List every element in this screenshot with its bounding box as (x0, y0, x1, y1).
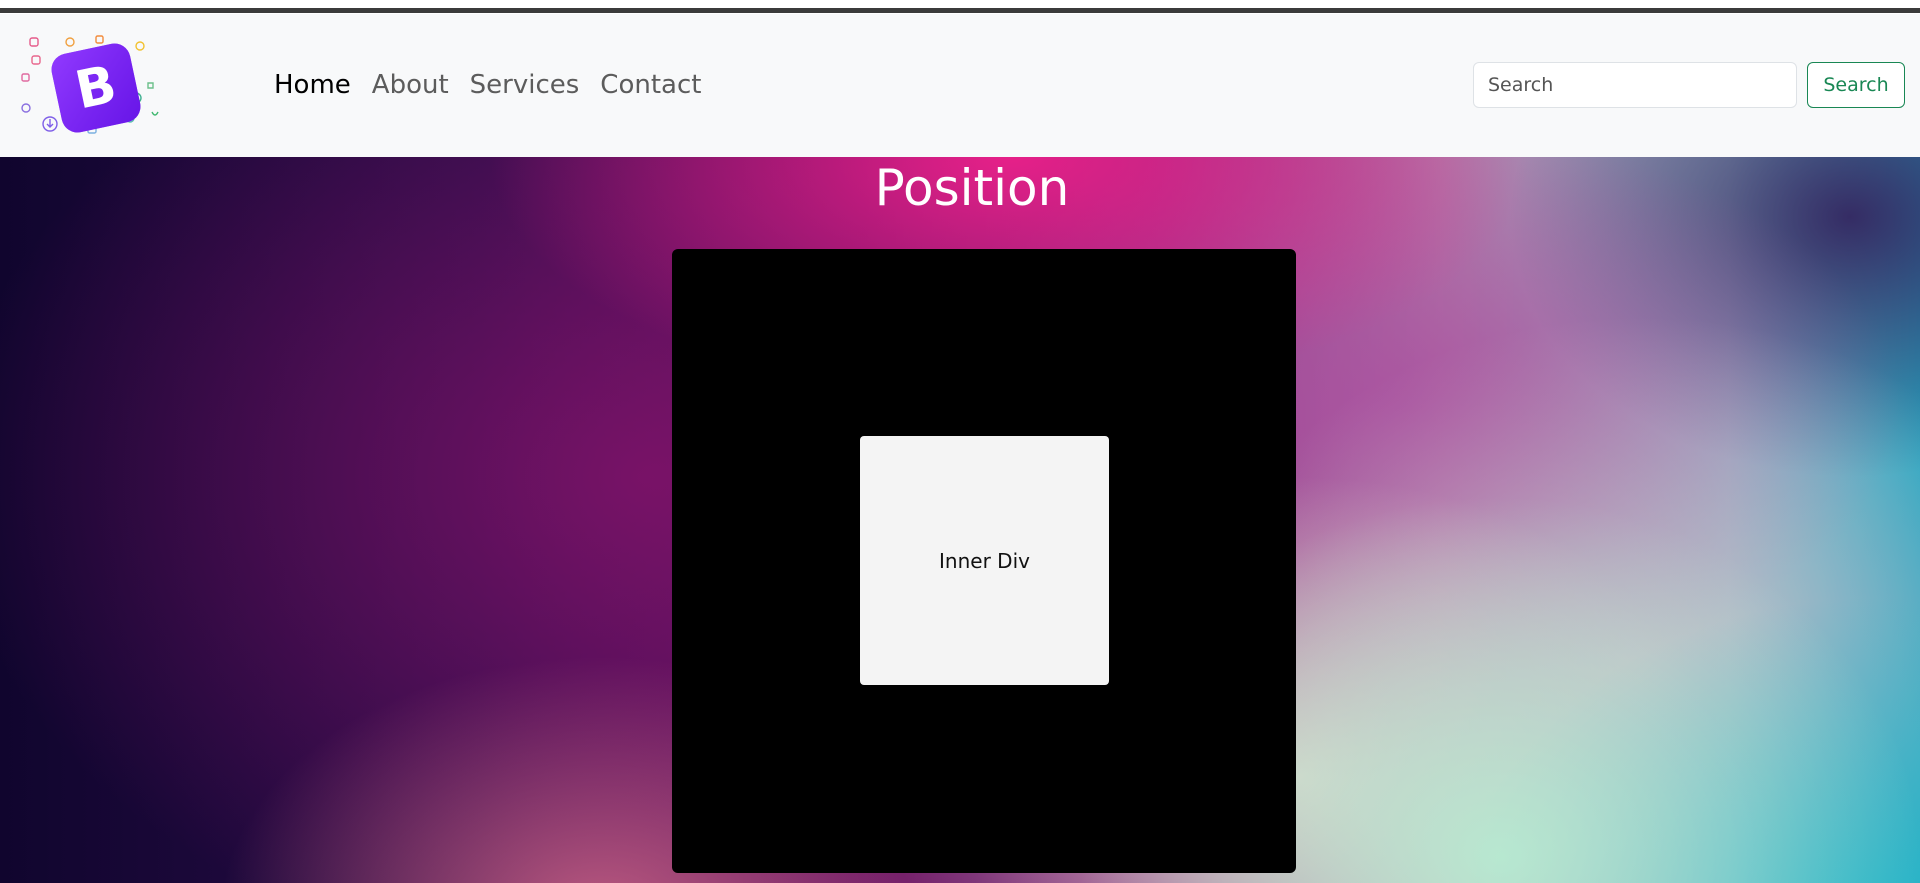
nav-link-contact[interactable]: Contact (600, 70, 701, 100)
search-input[interactable] (1473, 62, 1797, 108)
nav-link-home[interactable]: Home (274, 70, 351, 100)
hero-section: Position Inner Div (0, 157, 1920, 883)
nav-link-services[interactable]: Services (470, 70, 580, 100)
inner-div: Inner Div (860, 436, 1109, 685)
inner-div-label: Inner Div (939, 548, 1030, 573)
page-title: Position (874, 159, 1070, 217)
nav-link-about[interactable]: About (372, 70, 449, 100)
navbar: B Home About Services Contact Search (0, 14, 1920, 157)
nav-links: Home About Services Contact (274, 70, 701, 100)
outer-div: Inner Div (672, 249, 1296, 873)
search-button[interactable]: Search (1807, 62, 1905, 108)
bootstrap-logo-icon[interactable]: B (18, 28, 174, 140)
browser-top-border (0, 0, 1920, 14)
top-border-bar (0, 8, 1920, 13)
